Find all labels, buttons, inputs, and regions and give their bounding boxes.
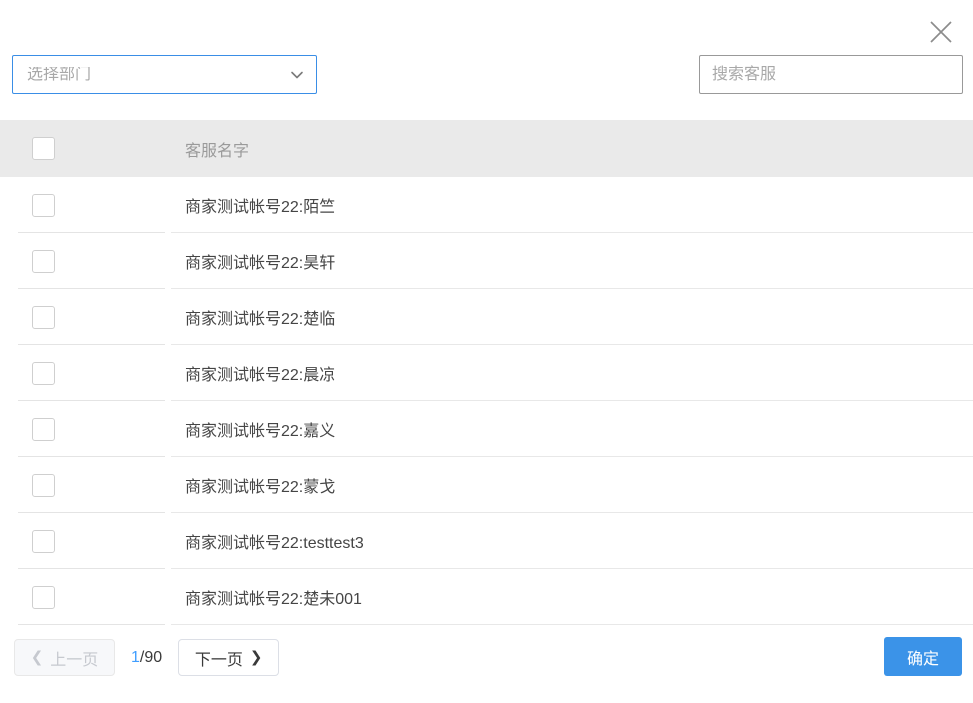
- page-current: 1: [131, 648, 140, 666]
- row-agent-name: 商家测试帐号22:楚临: [185, 311, 336, 328]
- table-row[interactable]: 商家测试帐号22:蒙戈: [0, 457, 973, 513]
- search-input[interactable]: [699, 55, 963, 94]
- chevron-right-icon: ❯: [249, 649, 263, 666]
- row-checkbox[interactable]: [32, 249, 55, 273]
- table-row[interactable]: 商家测试帐号22:testtest3: [0, 513, 973, 569]
- table-body: 商家测试帐号22:陌竺 商家测试帐号22:昊轩 商家测试帐号22:楚临 商家测试帐号2…: [0, 177, 973, 625]
- row-checkbox-cell: [0, 417, 168, 441]
- row-checkbox-cell: [0, 473, 168, 497]
- close-button[interactable]: [921, 12, 961, 52]
- row-checkbox-cell: [0, 529, 168, 553]
- row-checkbox-cell: [0, 193, 168, 217]
- confirm-button[interactable]: 确定: [884, 637, 962, 676]
- row-checkbox[interactable]: [32, 529, 55, 553]
- row-checkbox[interactable]: [32, 585, 55, 609]
- row-agent-name: 商家测试帐号22:testtest3: [185, 535, 364, 552]
- row-agent-name: 商家测试帐号22:嘉义: [185, 423, 336, 440]
- row-checkbox-cell: [0, 585, 168, 609]
- row-checkbox[interactable]: [32, 193, 55, 217]
- select-agent-dialog: 选择部门 客服名字 商家测试帐号22:陌竺商家测试帐号22:昊轩商家测试帐号22…: [0, 0, 973, 703]
- row-checkbox[interactable]: [32, 305, 55, 329]
- department-select[interactable]: 选择部门: [12, 55, 317, 94]
- filter-bar: 选择部门: [0, 55, 973, 95]
- row-checkbox[interactable]: [32, 473, 55, 497]
- chevron-down-icon: [288, 66, 306, 84]
- prev-page-label: 上一页: [50, 651, 99, 669]
- row-agent-name: 商家测试帐号22:晨凉: [185, 367, 336, 384]
- next-page-button[interactable]: 下一页 ❯: [178, 639, 280, 676]
- column-header-name: 客服名字: [185, 142, 250, 160]
- row-agent-name: 商家测试帐号22:楚未001: [185, 591, 362, 608]
- table-row[interactable]: 商家测试帐号22:晨凉: [0, 345, 973, 401]
- row-checkbox-cell: [0, 249, 168, 273]
- table-row[interactable]: 商家测试帐号22:嘉义: [0, 401, 973, 457]
- row-agent-name: 商家测试帐号22:蒙戈: [185, 479, 336, 496]
- select-all-cell: [0, 137, 168, 160]
- page-indicator: 1/90: [131, 649, 162, 667]
- row-agent-name: 商家测试帐号22:昊轩: [185, 255, 336, 272]
- agent-table: 客服名字 商家测试帐号22:陌竺 商家测试帐号22:昊轩 商家测试帐号22:楚临 商家…: [0, 120, 973, 625]
- select-all-checkbox[interactable]: [32, 137, 55, 160]
- row-agent-name: 商家测试帐号22:陌竺: [185, 199, 336, 216]
- prev-page-button[interactable]: ❮ 上一页: [14, 639, 115, 676]
- row-checkbox[interactable]: [32, 417, 55, 441]
- close-icon: [928, 19, 954, 45]
- table-row[interactable]: 商家测试帐号22:昊轩: [0, 233, 973, 289]
- next-page-label: 下一页: [194, 651, 243, 669]
- page-total: 90: [144, 648, 163, 666]
- table-row[interactable]: 商家测试帐号22:楚临: [0, 289, 973, 345]
- row-checkbox-cell: [0, 361, 168, 385]
- row-checkbox-cell: [0, 305, 168, 329]
- department-select-placeholder: 选择部门: [27, 66, 92, 83]
- pagination: ❮ 上一页 1/90 下一页 ❯: [14, 639, 280, 676]
- row-checkbox[interactable]: [32, 361, 55, 385]
- table-row[interactable]: 商家测试帐号22:陌竺: [0, 177, 973, 233]
- chevron-left-icon: ❮: [30, 649, 44, 666]
- dialog-footer: ❮ 上一页 1/90 下一页 ❯ 确定: [0, 625, 973, 703]
- table-header-row: 客服名字: [0, 120, 973, 177]
- table-row[interactable]: 商家测试帐号22:楚未001: [0, 569, 973, 625]
